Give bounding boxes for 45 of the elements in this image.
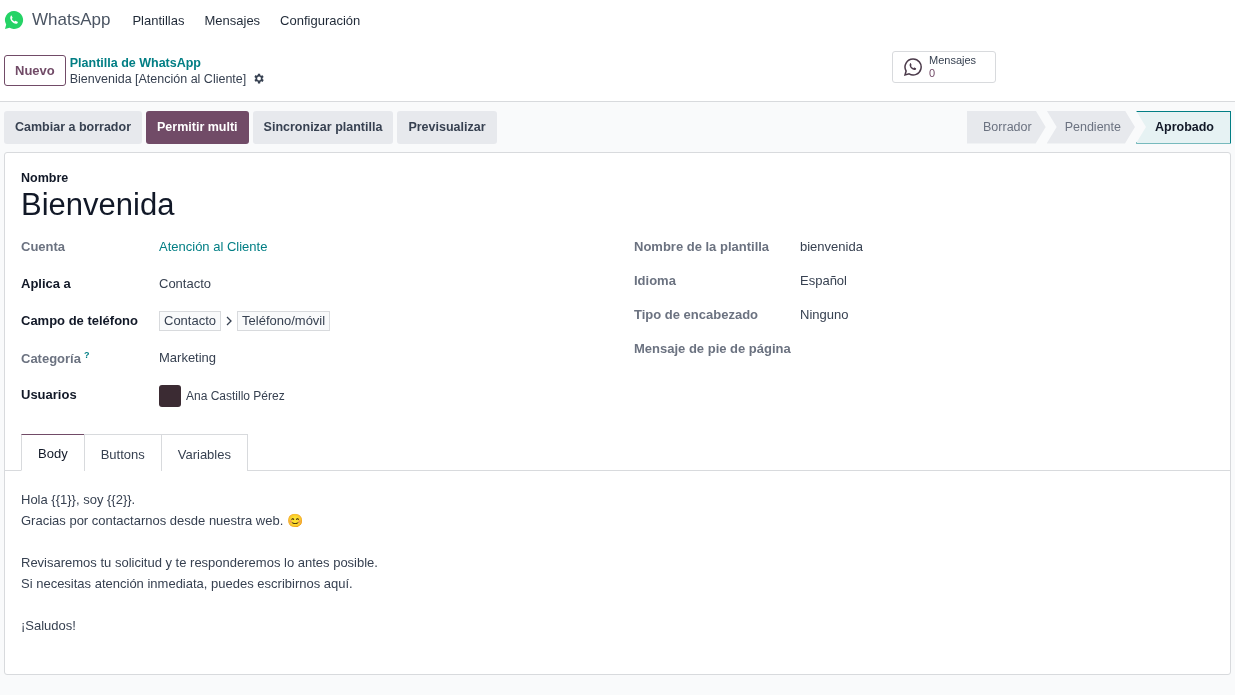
field-value: Contacto bbox=[159, 275, 213, 293]
field-value: Ninguno bbox=[800, 306, 850, 324]
gear-icon[interactable] bbox=[252, 72, 266, 85]
tab[interactable]: Variables bbox=[160, 434, 248, 471]
message-paragraph: Revisaremos tu solicitud y te responderemos lo antes posible. Si necesitas atención inmediata, puedes escribirnos aquí. bbox=[21, 554, 379, 593]
field-label: Tipo de encabezado bbox=[634, 306, 759, 324]
tab[interactable]: Buttons bbox=[83, 434, 162, 471]
action-button[interactable]: Permitir multi bbox=[146, 110, 249, 144]
status-step[interactable]: Pendiente bbox=[1046, 110, 1135, 144]
record-name: Bienvenida bbox=[21, 187, 176, 223]
menu-item[interactable]: Mensajes bbox=[204, 12, 261, 28]
path-tag: Contacto bbox=[159, 311, 222, 332]
field-label: Nombre de la plantilla bbox=[634, 238, 771, 256]
field-label: Categoría $^{?}$ bbox=[21, 349, 91, 369]
menu-item[interactable]: Configuración bbox=[280, 12, 361, 28]
avatar-placeholder bbox=[159, 385, 181, 407]
field-value: Marketing bbox=[159, 349, 218, 367]
record-title: Bienvenida [Atención al Cliente] bbox=[69, 71, 247, 86]
status-step[interactable]: Aprobado bbox=[1135, 110, 1231, 144]
user-name: Ana Castillo Pérez bbox=[186, 389, 285, 403]
path-tag: Teléfono/móvil bbox=[237, 311, 331, 332]
field-value: bienvenida bbox=[800, 238, 864, 256]
action-button[interactable]: Previsualizar bbox=[397, 110, 497, 144]
chevron-right-icon bbox=[225, 316, 234, 327]
new-button[interactable]: Nuevo bbox=[4, 55, 66, 86]
message-paragraph: ¡Saludos! bbox=[21, 617, 77, 635]
action-button[interactable]: Sincronizar plantilla bbox=[252, 110, 394, 144]
status-step[interactable]: Borrador bbox=[967, 110, 1046, 144]
field-label: Idioma bbox=[634, 272, 677, 290]
breadcrumb-link[interactable]: Plantilla de WhatsApp bbox=[69, 55, 266, 70]
app-name: WhatsApp bbox=[32, 10, 111, 30]
field-label: Mensaje de pie de página bbox=[634, 340, 792, 358]
messages-smart-button[interactable]: Mensajes 0 bbox=[892, 51, 996, 83]
field-label: Usuarios bbox=[21, 386, 78, 404]
chat-phone-icon bbox=[903, 57, 923, 77]
message-paragraph: Hola {{1}}, soy {{2}}. Gracias por contactarnos desde nuestra web. 😊 bbox=[21, 491, 304, 530]
account-link[interactable]: Atención al Cliente bbox=[159, 237, 634, 258]
name-label: Nombre bbox=[21, 171, 70, 185]
field-label: Cuenta bbox=[21, 238, 67, 256]
field-value: Español bbox=[800, 272, 848, 290]
menu-item[interactable]: Plantillas bbox=[132, 12, 185, 28]
action-button[interactable]: Cambiar a borrador bbox=[4, 110, 142, 144]
tab[interactable]: Body bbox=[21, 434, 85, 471]
field-label: Campo de teléfono bbox=[21, 312, 139, 330]
field-label: Aplica a bbox=[21, 275, 72, 293]
